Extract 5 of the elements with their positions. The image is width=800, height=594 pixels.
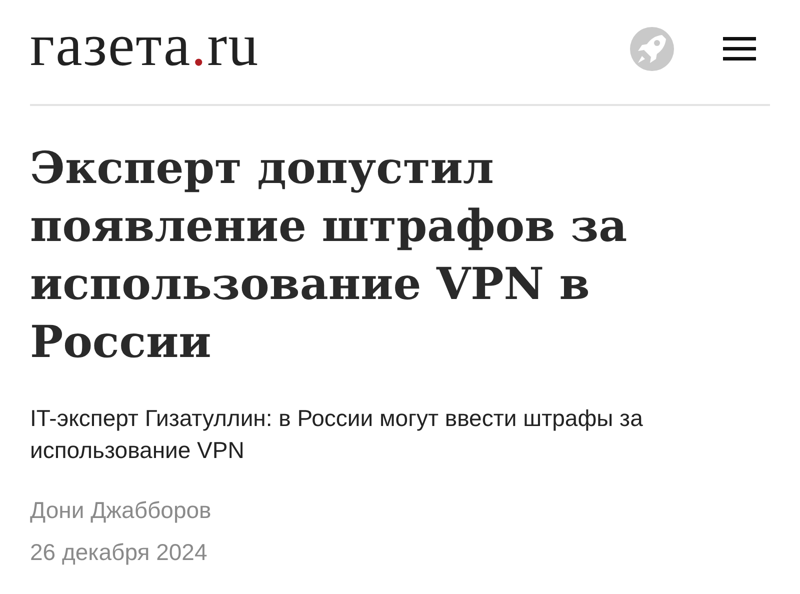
site-logo[interactable]: газета.ru (30, 15, 260, 75)
article-lead: IT-эксперт Гизатуллин: в России могут ввести штрафы за использование VPN (30, 404, 644, 465)
publish-date: 26 декабря 2024 (30, 538, 208, 567)
article-title: Эксперт допустил появление штрафов за использование VPN в России (30, 142, 628, 370)
menu-icon[interactable] (723, 37, 756, 61)
